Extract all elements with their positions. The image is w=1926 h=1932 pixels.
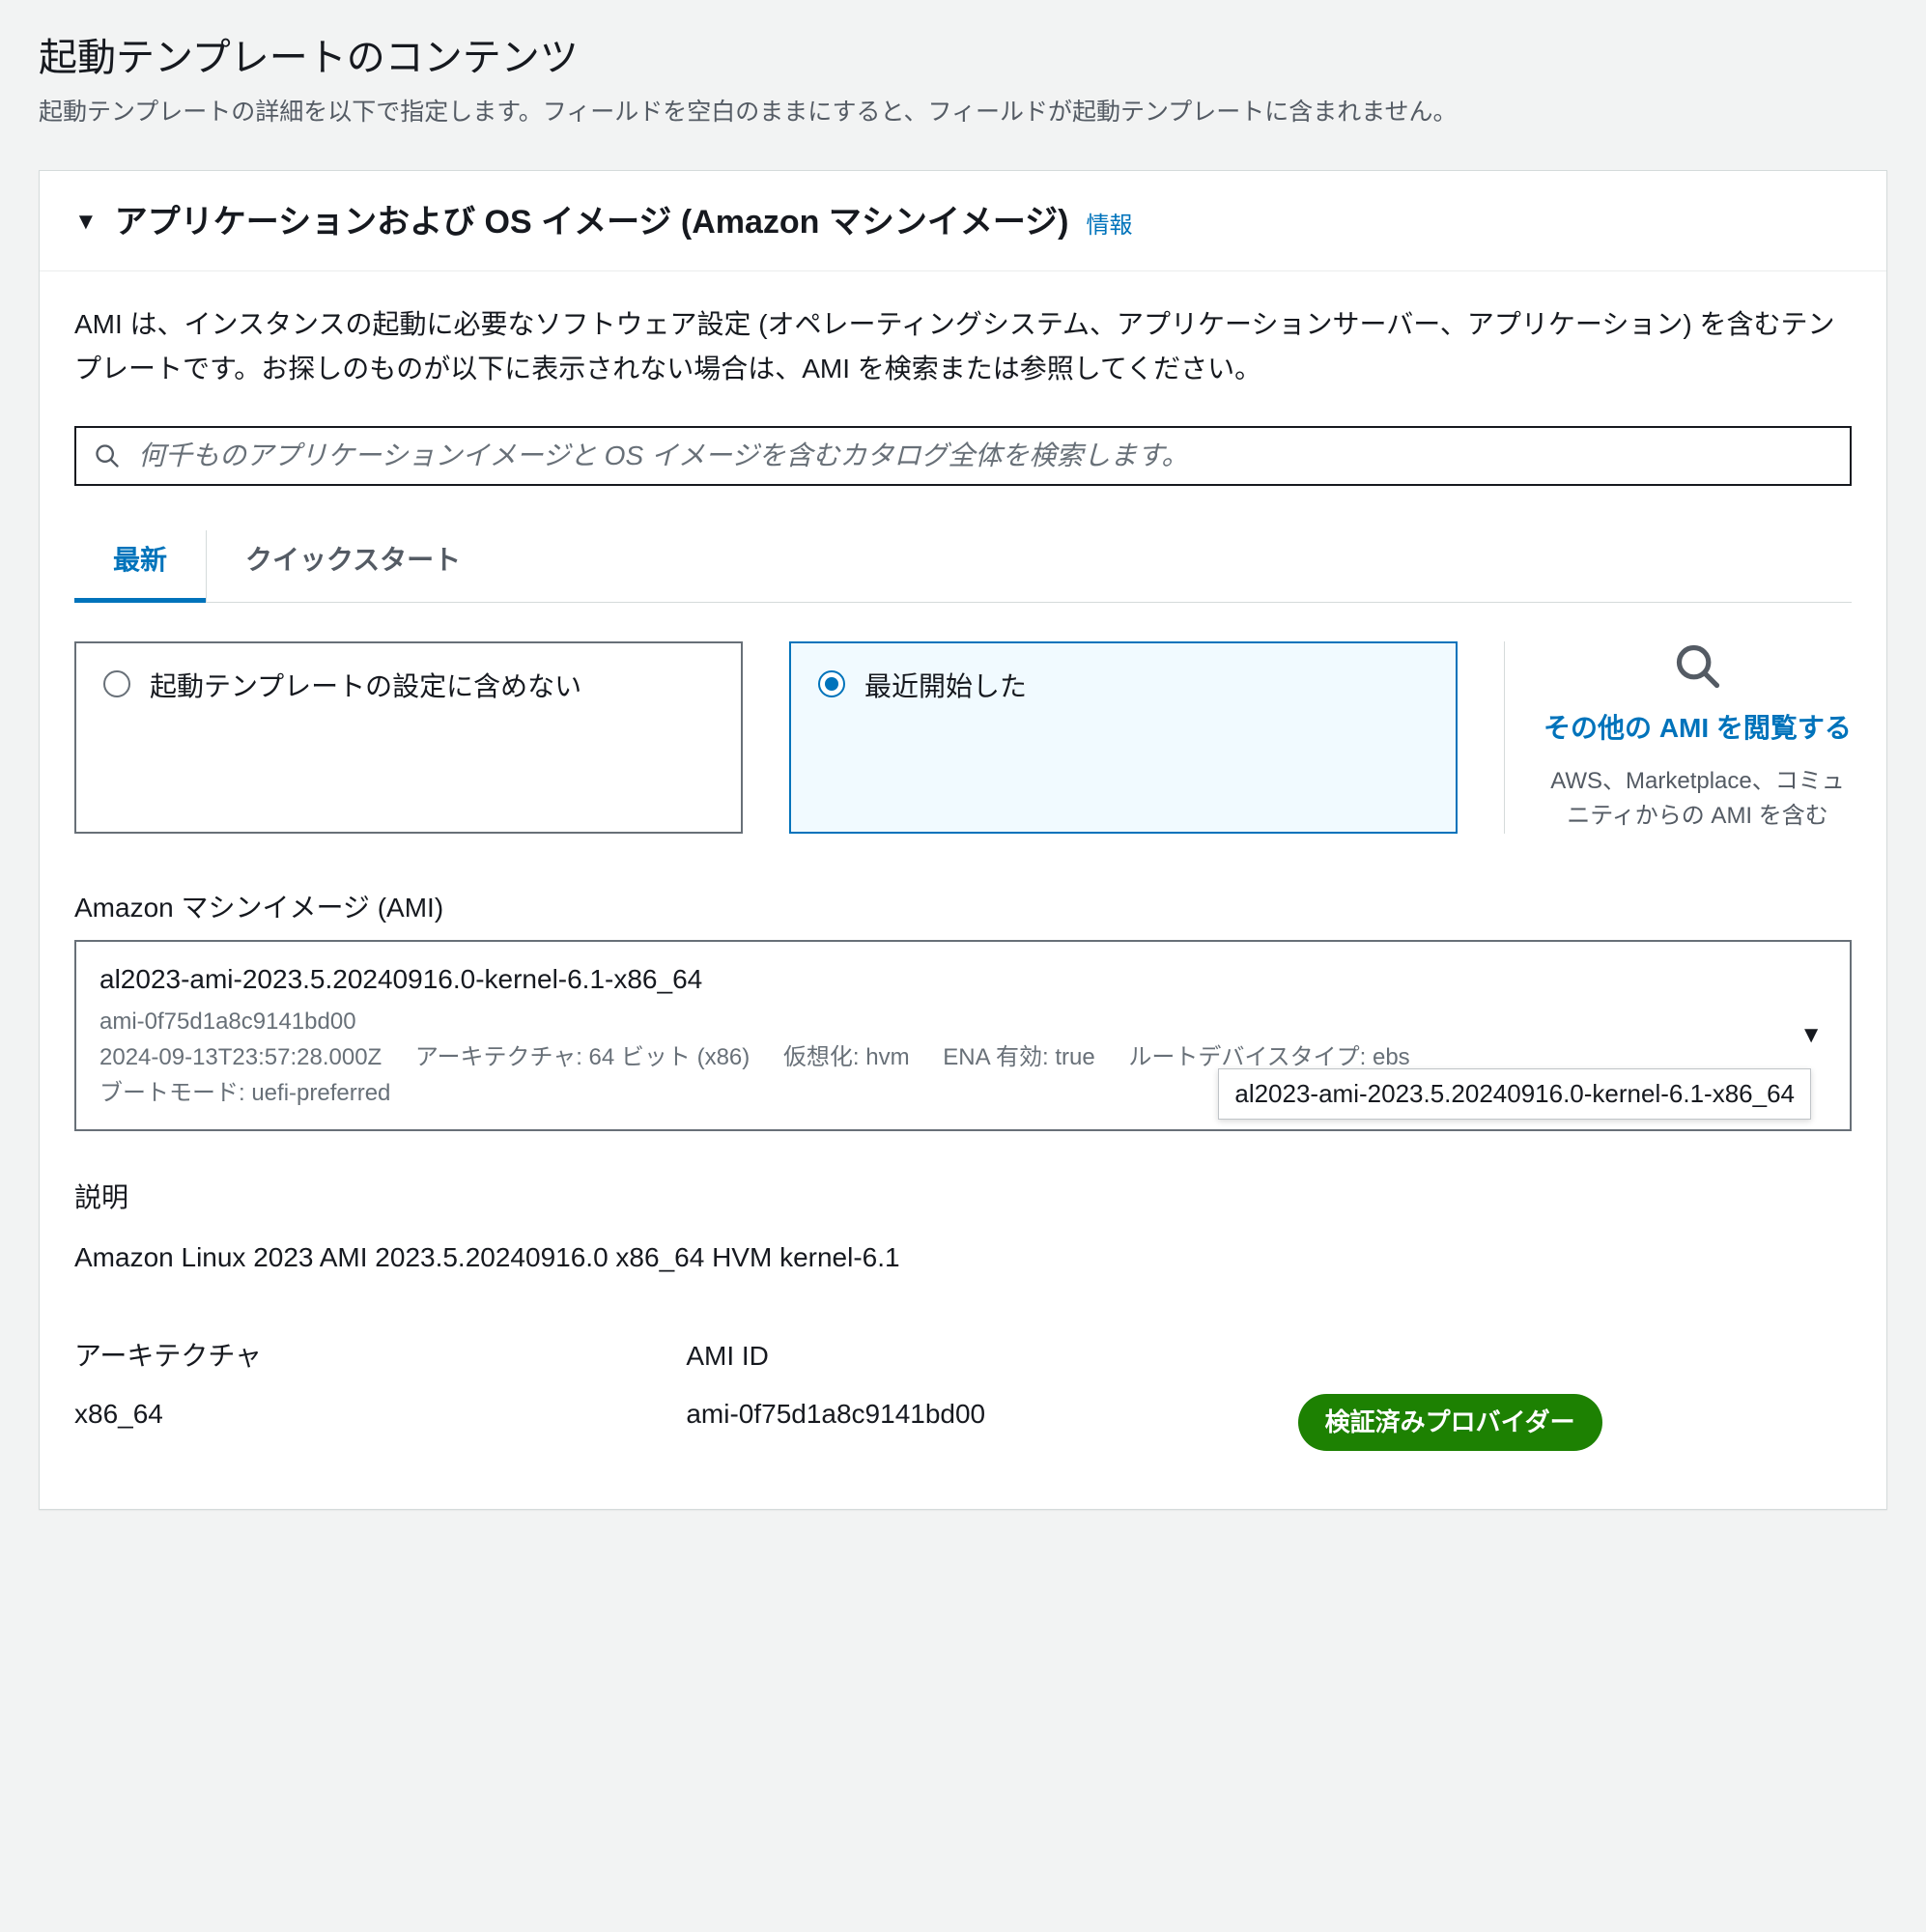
amiid-value: ami-0f75d1a8c9141bd00 xyxy=(686,1394,1239,1435)
description-value: Amazon Linux 2023 AMI 2023.5.20240916.0 … xyxy=(74,1237,1852,1278)
arch-value: x86_64 xyxy=(74,1394,628,1435)
ami-selected-arch: アーキテクチャ: 64 ビット (x86) xyxy=(415,1039,750,1075)
search-icon xyxy=(1673,641,1723,692)
page-title: 起動テンプレートのコンテンツ xyxy=(39,29,1887,87)
browse-more-link[interactable]: その他の AMI を閲覧する xyxy=(1544,709,1852,747)
description-label: 説明 xyxy=(74,1178,1852,1218)
tab-recent[interactable]: 最新 xyxy=(74,530,207,602)
ami-search-input[interactable] xyxy=(136,440,1832,472)
ami-panel: ▼ アプリケーションおよび OS イメージ (Amazon マシンイメージ) 情… xyxy=(39,170,1887,1510)
panel-title: アプリケーションおよび OS イメージ (Amazon マシンイメージ) xyxy=(115,198,1069,247)
ami-selected-boot: ブートモード: uefi-preferred xyxy=(99,1075,390,1111)
verified-provider-badge: 検証済みプロバイダー xyxy=(1298,1394,1602,1451)
ami-field-label: Amazon マシンイメージ (AMI) xyxy=(74,888,1852,928)
ami-selected-ena: ENA 有効: true xyxy=(943,1039,1094,1075)
ami-tooltip: al2023-ami-2023.5.20240916.0-kernel-6.1-… xyxy=(1218,1068,1811,1120)
option-label: 最近開始した xyxy=(864,667,1027,707)
ami-selected-date: 2024-09-13T23:57:28.000Z xyxy=(99,1039,382,1075)
radio-icon xyxy=(818,670,845,697)
ami-selected-virt: 仮想化: hvm xyxy=(783,1039,910,1075)
radio-icon xyxy=(103,670,130,697)
option-label: 起動テンプレートの設定に含めない xyxy=(150,667,581,707)
caret-down-icon: ▼ xyxy=(74,211,98,234)
ami-selected-id: ami-0f75d1a8c9141bd00 xyxy=(99,1004,356,1039)
arch-label: アーキテクチャ xyxy=(74,1336,628,1377)
ami-select[interactable]: al2023-ami-2023.5.20240916.0-kernel-6.1-… xyxy=(74,940,1852,1131)
panel-description: AMI は、インスタンスの起動に必要なソフトウェア設定 (オペレーティングシステ… xyxy=(74,302,1852,391)
ami-search[interactable] xyxy=(74,426,1852,486)
page-subtitle: 起動テンプレートの詳細を以下で指定します。フィールドを空白のままにすると、フィー… xyxy=(39,95,1887,131)
browse-more-sub: AWS、Marketplace、コミュニティからの AMI を含む xyxy=(1544,764,1852,834)
browse-more-ami: その他の AMI を閲覧する AWS、Marketplace、コミュニティからの… xyxy=(1504,641,1852,834)
info-link[interactable]: 情報 xyxy=(1087,209,1133,243)
panel-header[interactable]: ▼ アプリケーションおよび OS イメージ (Amazon マシンイメージ) 情… xyxy=(40,171,1886,271)
ami-selected-name: al2023-ami-2023.5.20240916.0-kernel-6.1-… xyxy=(99,959,1792,1000)
ami-tabs: 最新 クイックスタート xyxy=(74,530,1852,603)
tab-quickstart[interactable]: クイックスタート xyxy=(207,530,499,602)
option-exclude-from-template[interactable]: 起動テンプレートの設定に含めない xyxy=(74,641,743,834)
option-recently-launched[interactable]: 最近開始した xyxy=(789,641,1458,834)
chevron-down-icon: ▼ xyxy=(1799,1018,1823,1053)
provider-spacer xyxy=(1298,1336,1852,1377)
search-icon xyxy=(94,442,121,469)
amiid-label: AMI ID xyxy=(686,1336,1239,1377)
